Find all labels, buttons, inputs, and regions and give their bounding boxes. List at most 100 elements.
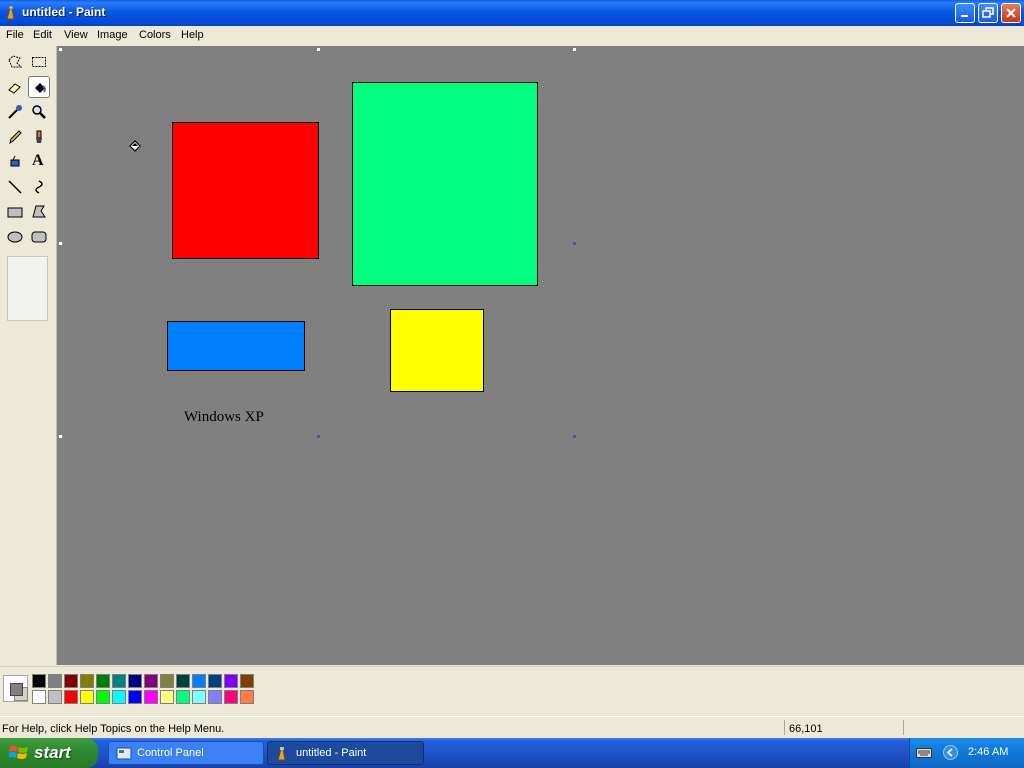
status-bar: For Help, click Help Topics on the Help …: [0, 716, 1024, 739]
show-hidden-icons-button[interactable]: [943, 745, 958, 760]
rect-select-tool[interactable]: [28, 51, 50, 73]
menu-bar: File Edit View Image Colors Help: [0, 26, 1024, 45]
color-palette: [0, 666, 1024, 715]
taskbar: start Control Panel untitled - Paint 2:4…: [0, 738, 1024, 768]
close-button[interactable]: [1001, 3, 1021, 23]
taskbar-button-label: Control Panel: [137, 747, 204, 759]
paint-app-icon: [277, 747, 286, 761]
title-bar[interactable]: untitled - Paint: [0, 0, 1024, 26]
status-help-text: For Help, click Help Topics on the Help …: [2, 723, 225, 735]
color-picker-icon: [8, 105, 22, 119]
yellow-rectangle: [390, 309, 484, 392]
magnifier-tool[interactable]: [28, 101, 50, 123]
canvas-area[interactable]: Windows XP: [57, 46, 1024, 665]
color-picker-tool[interactable]: [4, 101, 26, 123]
text-tool[interactable]: A: [28, 151, 50, 173]
curve-icon: [35, 180, 43, 194]
palette-swatch[interactable]: [224, 674, 238, 688]
resize-handle: [59, 48, 62, 51]
rectangle-icon: [7, 207, 23, 218]
taskbar-button-label: untitled - Paint: [296, 747, 367, 759]
palette-swatch[interactable]: [64, 674, 78, 688]
window-title: untitled - Paint: [22, 5, 106, 19]
palette-swatch[interactable]: [240, 690, 254, 704]
palette-swatch[interactable]: [208, 690, 222, 704]
palette-swatch[interactable]: [80, 674, 94, 688]
palette-swatch[interactable]: [176, 690, 190, 704]
palette-swatch[interactable]: [240, 674, 254, 688]
palette-swatch[interactable]: [144, 674, 158, 688]
control-panel-icon: [116, 747, 132, 760]
menu-colors[interactable]: Colors: [139, 29, 171, 41]
ellipse-icon: [7, 231, 23, 243]
menu-help[interactable]: Help: [181, 29, 204, 41]
rect-select-icon: [32, 57, 46, 67]
palette-swatch[interactable]: [48, 674, 62, 688]
tool-options-panel[interactable]: [7, 256, 48, 321]
pencil-icon: [9, 130, 22, 145]
palette-swatch[interactable]: [96, 674, 110, 688]
palette-swatch[interactable]: [32, 674, 46, 688]
polygon-tool[interactable]: [28, 201, 50, 223]
line-icon: [8, 180, 22, 194]
line-tool[interactable]: [4, 176, 26, 198]
palette-swatch[interactable]: [80, 690, 94, 704]
status-divider: [903, 720, 904, 735]
palette-swatch[interactable]: [192, 690, 206, 704]
palette-swatch[interactable]: [160, 674, 174, 688]
taskbar-button-paint[interactable]: untitled - Paint: [267, 741, 424, 765]
restore-button[interactable]: [978, 3, 998, 23]
ellipse-tool[interactable]: [4, 226, 26, 248]
keyboard-icon[interactable]: [916, 748, 932, 758]
resize-handle-sw[interactable]: [573, 242, 576, 245]
airbrush-icon: [10, 155, 20, 167]
pencil-tool[interactable]: [4, 126, 26, 148]
palette-swatch[interactable]: [128, 690, 142, 704]
foreground-color-swatch[interactable]: [10, 683, 23, 696]
menu-image[interactable]: Image: [97, 29, 128, 41]
free-form-select-icon: [8, 55, 23, 68]
palette-swatch[interactable]: [48, 690, 62, 704]
resize-handle: [573, 48, 576, 51]
clock[interactable]: 2:46 AM: [968, 746, 1008, 758]
palette-swatch[interactable]: [32, 690, 46, 704]
resize-handle: [59, 242, 62, 245]
paint-app-icon: [6, 5, 15, 20]
palette-swatch[interactable]: [112, 690, 126, 704]
palette-swatch[interactable]: [144, 690, 158, 704]
rounded-rect-icon: [31, 231, 47, 243]
palette-swatch[interactable]: [96, 690, 110, 704]
text-icon: A: [32, 152, 44, 169]
airbrush-tool[interactable]: [4, 151, 26, 173]
palette-swatch[interactable]: [64, 690, 78, 704]
menu-edit[interactable]: Edit: [33, 29, 52, 41]
menu-file[interactable]: File: [6, 29, 24, 41]
brush-tool[interactable]: [28, 126, 50, 148]
resize-handle-s[interactable]: [317, 435, 320, 438]
palette-swatch[interactable]: [224, 690, 238, 704]
menu-view[interactable]: View: [64, 29, 88, 41]
rounded-rect-tool[interactable]: [28, 226, 50, 248]
magnifier-icon: [32, 105, 46, 119]
start-button[interactable]: start: [0, 738, 98, 768]
minimize-button[interactable]: [955, 3, 975, 23]
fill-bucket-tool[interactable]: [28, 76, 50, 98]
palette-swatch[interactable]: [192, 674, 206, 688]
rectangle-tool[interactable]: [4, 201, 26, 223]
curve-tool[interactable]: [28, 176, 50, 198]
palette-swatch[interactable]: [208, 674, 222, 688]
palette-swatch[interactable]: [112, 674, 126, 688]
current-colors[interactable]: [3, 675, 28, 702]
fill-bucket-cursor-icon: [129, 140, 141, 152]
taskbar-button-control-panel[interactable]: Control Panel: [108, 741, 264, 765]
palette-swatch[interactable]: [176, 674, 190, 688]
palette-swatch[interactable]: [160, 690, 174, 704]
windows-logo-icon: [9, 746, 28, 759]
resize-handle: [59, 435, 62, 438]
eraser-tool[interactable]: [4, 76, 26, 98]
palette-swatch[interactable]: [128, 674, 142, 688]
resize-handle-se[interactable]: [573, 435, 576, 438]
green-rectangle: [352, 82, 538, 286]
free-form-select-tool[interactable]: [4, 51, 26, 73]
chevron-left-icon: [946, 748, 953, 757]
